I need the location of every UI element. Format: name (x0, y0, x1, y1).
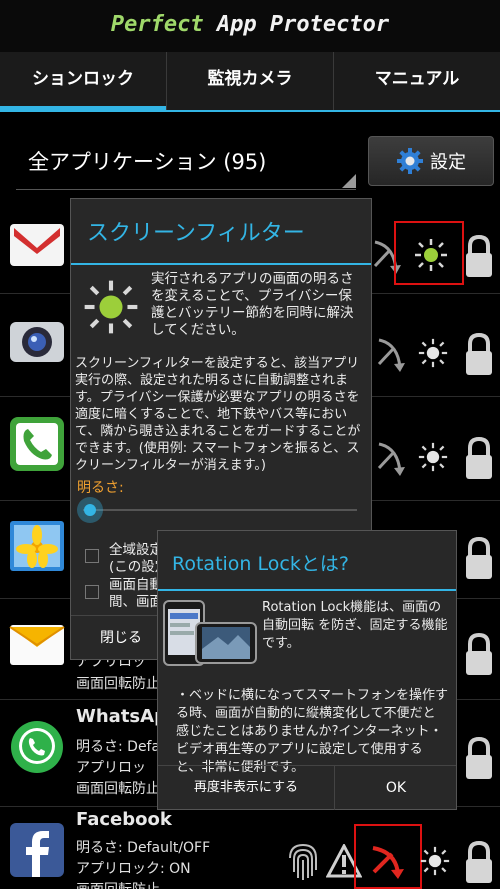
app-rotation-status: 画面回転防止 (76, 676, 160, 692)
app-applock-status: アプリロック: ON (76, 861, 191, 877)
auto-screen-label: 画面自動 (109, 577, 163, 593)
gallery-app-icon (10, 521, 64, 571)
camera-app-icon (10, 322, 64, 362)
close-button[interactable]: 閉じる (71, 616, 171, 660)
rotation-lock-title: Rotation Lockとは? (172, 553, 349, 575)
app-brightness-status: 明るさ: Default/OFF (76, 840, 211, 856)
lock-icon[interactable] (464, 632, 494, 678)
app-rotation-status: 画面回転防止 (76, 879, 160, 889)
app-name-whatsapp: WhatsAp (76, 706, 167, 727)
brightness-slider[interactable] (77, 497, 363, 523)
brightness-label: 明るさ: (77, 480, 124, 496)
lock-icon[interactable] (464, 436, 494, 482)
title-divider (158, 589, 456, 591)
global-setting-label: 全域設定 (109, 542, 163, 558)
spinner-arrow-icon (342, 174, 356, 188)
sun-brightness-icon (84, 280, 138, 334)
app-category-spinner[interactable]: 全アプリケーション (95) (16, 140, 356, 190)
auto-screen-checkbox[interactable] (85, 585, 99, 599)
slider-thumb[interactable] (77, 497, 103, 523)
auto-screen-sublabel: 間、画面 (109, 594, 163, 610)
app-title-bar: Perfect App Protector (0, 0, 500, 52)
gmail-icon (10, 224, 64, 266)
app-brightness-status: 明るさ: Defa (76, 739, 161, 755)
settings-label: 設定 (430, 152, 466, 173)
lock-icon[interactable] (464, 536, 494, 582)
facebook-icon (10, 823, 64, 877)
slider-track (83, 509, 357, 511)
tab-manual[interactable]: マニュアル (334, 52, 500, 112)
title-divider (71, 263, 371, 265)
global-setting-checkbox[interactable] (85, 549, 99, 563)
email-app-icon (9, 625, 65, 665)
screen-filter-intro: 実行されるアプリの画面の明るさを変えることで、プライバシー保護とバッテリー節約を… (151, 271, 354, 338)
sun-brightness-icon[interactable] (418, 442, 448, 472)
rotation-lock-usage: ・ベッドに横になってスマートフォンを操作する時、画面が自動的に縦横変化して不便だ… (176, 688, 448, 775)
lock-icon[interactable] (464, 840, 494, 886)
gear-icon (397, 148, 423, 174)
fingerprint-icon[interactable] (286, 842, 320, 882)
phone-app-icon (10, 417, 64, 471)
rotation-lock-active-icon[interactable] (370, 840, 406, 880)
settings-button[interactable]: 設定 (368, 136, 494, 186)
sun-brightness-icon[interactable] (414, 238, 448, 272)
lock-icon[interactable] (464, 736, 494, 782)
app-title-part2: App Protector (216, 12, 390, 37)
screen-filter-title: スクリーンフィルター (87, 221, 305, 246)
lock-icon[interactable] (464, 234, 494, 280)
whatsapp-icon (11, 721, 63, 773)
app-name-facebook: Facebook (76, 809, 172, 830)
rotation-lock-icon[interactable] (376, 334, 406, 374)
dont-show-again-button[interactable]: 再度非表示にする (158, 766, 334, 810)
ok-button[interactable]: OK (335, 766, 457, 810)
rotation-illustration-icon (163, 600, 257, 666)
sun-brightness-icon[interactable] (420, 846, 450, 876)
lock-icon[interactable] (464, 332, 494, 378)
app-rotation-status: 画面回転防止 (76, 781, 160, 797)
tab-bar: ションロック 監視カメラ マニュアル (0, 52, 500, 112)
app-title-part1: Perfect (110, 12, 204, 37)
rotation-lock-dialog: Rotation Lockとは? Rotation Lock機能は、画面の自動回… (157, 530, 457, 810)
tab-rotation-lock[interactable]: ションロック (0, 52, 167, 112)
sun-brightness-icon[interactable] (418, 338, 448, 368)
spinner-selected-value: 全アプリケーション (95) (28, 150, 267, 174)
rotation-lock-icon[interactable] (376, 438, 406, 478)
screen-filter-description: スクリーンフィルターを設定すると、該当アプリ実行の際、設定された明るさに自動調整… (75, 356, 361, 473)
rotation-lock-description: Rotation Lock機能は、画面の自動回転 を防ぎ、固定する機能です。 (262, 600, 448, 651)
filter-row: 全アプリケーション (95) 設定 (0, 112, 500, 202)
app-applock-status: アプリロッ (76, 760, 146, 776)
tab-surveillance-camera[interactable]: 監視カメラ (167, 52, 334, 112)
